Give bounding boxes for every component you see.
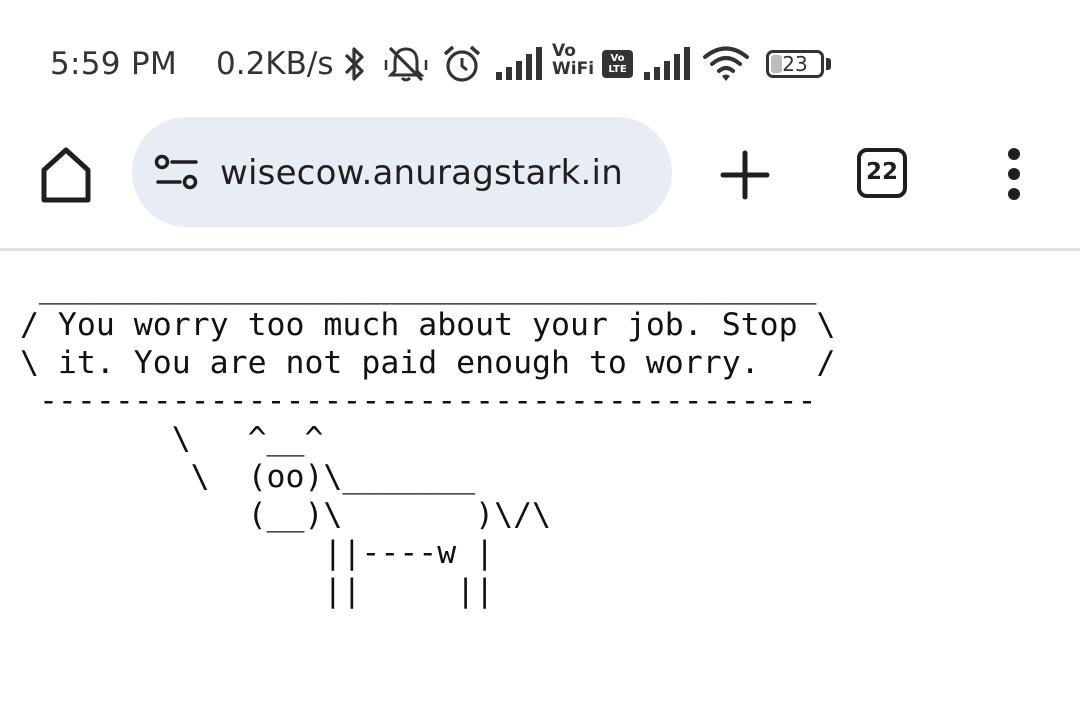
volte-top-label: Vo: [610, 53, 625, 64]
battery-percent: 23: [782, 52, 808, 76]
status-time: 5:59 PM: [50, 46, 178, 82]
signal-icon: [644, 47, 690, 80]
url-text[interactable]: wisecow.anuragstark.in: [220, 153, 623, 193]
cowsay-output: ________________________________________…: [20, 269, 836, 609]
alarm-icon: [443, 45, 481, 82]
more-vert-icon[interactable]: [996, 146, 1032, 202]
signal-icon: [496, 47, 542, 80]
tune-icon[interactable]: [154, 154, 200, 190]
plus-icon[interactable]: [718, 148, 772, 202]
toolbar-divider: [0, 248, 1080, 251]
vowifi-icon: Vo WiFi: [552, 42, 596, 78]
tab-switcher-button[interactable]: 22: [857, 148, 907, 198]
network-speed: 0.2KB/s: [216, 46, 334, 82]
mute-icon: [384, 46, 428, 82]
wifi-icon: [703, 46, 749, 81]
bluetooth-icon: [344, 47, 364, 81]
vowifi-top-label: Vo: [552, 41, 576, 61]
address-bar[interactable]: wisecow.anuragstark.in: [132, 117, 672, 227]
home-icon[interactable]: [36, 144, 96, 204]
vowifi-bottom-label: WiFi: [552, 59, 595, 79]
battery-icon: 23: [766, 50, 824, 78]
volte-bottom-label: LTE: [608, 64, 627, 75]
browser-toolbar: wisecow.anuragstark.in 22: [0, 110, 1080, 250]
battery-tip: [826, 58, 831, 70]
volte-icon: Vo LTE: [602, 50, 633, 78]
status-bar: 5:59 PM 0.2KB/s Vo WiFi Vo LTE 23: [0, 0, 1080, 120]
